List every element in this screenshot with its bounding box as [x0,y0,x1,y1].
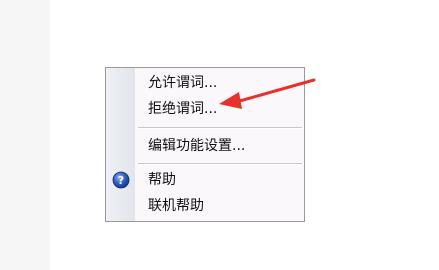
menu-item-label: 帮助 [148,172,176,188]
menu-separator [138,127,302,129]
background-panel [0,0,50,270]
menu-item-deny-verbs[interactable]: 拒绝谓词... [106,98,304,120]
menu-item-allow-verbs[interactable]: 允许谓词... [106,72,304,94]
menu-item-edit-feature-settings[interactable]: 编辑功能设置... [106,135,304,157]
menu-item-label: 拒绝谓词... [148,101,218,117]
context-menu: 允许谓词... 拒绝谓词... 编辑功能设置... ? 帮助 联机帮助 [105,67,305,222]
menu-item-help[interactable]: ? 帮助 [106,169,304,191]
svg-text:?: ? [118,174,124,187]
menu-item-label: 编辑功能设置... [148,138,246,154]
menu-separator [138,163,302,165]
menu-item-label: 允许谓词... [148,75,218,91]
help-icon: ? [112,171,130,189]
menu-item-online-help[interactable]: 联机帮助 [106,195,304,217]
menu-item-label: 联机帮助 [148,198,204,214]
